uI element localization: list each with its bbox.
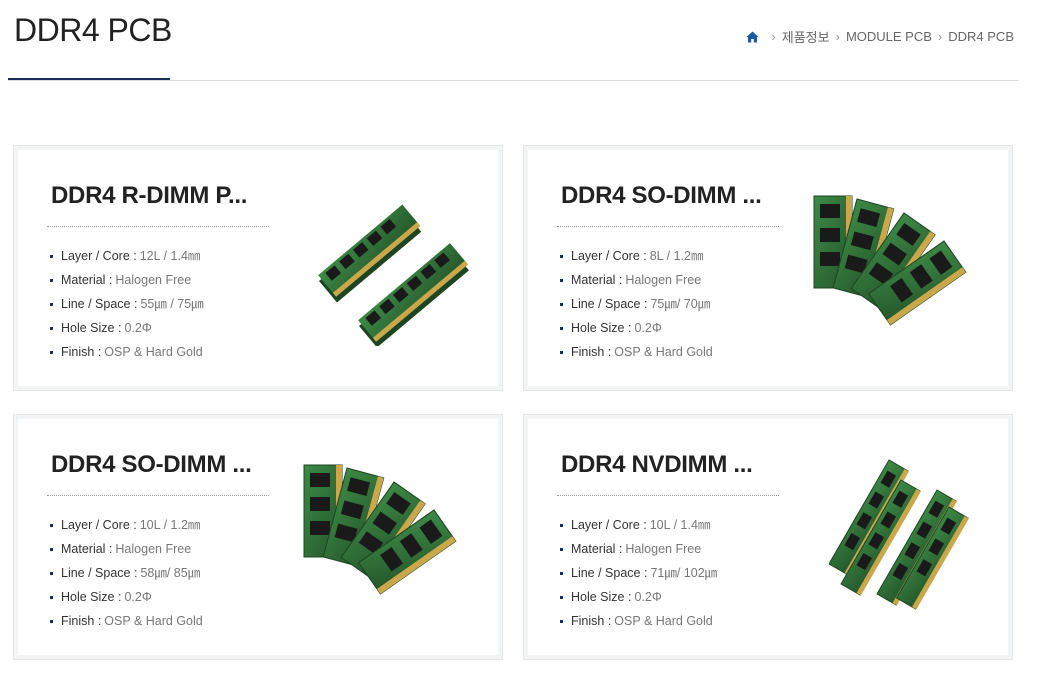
spec-item: Line / Space :58㎛/ 85㎛ <box>50 561 203 585</box>
product-title[interactable]: DDR4 NVDIMM ... <box>561 451 779 479</box>
spec-list: Layer / Core :10L / 1.2㎜ Material : Halog… <box>50 513 203 633</box>
spec-item: Line / Space :75㎛/ 70㎛ <box>560 292 713 316</box>
product-title[interactable]: DDR4 SO-DIMM ... <box>51 451 269 479</box>
bullet-icon <box>560 619 563 623</box>
bullet-icon <box>560 302 563 306</box>
breadcrumb-item-module-pcb[interactable]: MODULE PCB <box>846 29 932 44</box>
bullet-icon <box>50 547 53 551</box>
divider <box>47 495 269 496</box>
spec-item: Layer / Core :10L / 1.2㎜ <box>50 513 203 537</box>
bullet-icon <box>50 302 53 306</box>
chevron-right-icon: › <box>771 29 776 44</box>
spec-item: Finish : OSP & Hard Gold <box>560 609 717 633</box>
divider <box>557 226 779 227</box>
bullet-icon <box>50 254 53 258</box>
pcb-module-image <box>829 459 969 610</box>
spec-item: Layer / Core :12L / 1.4㎜ <box>50 244 204 268</box>
bullet-icon <box>50 595 53 599</box>
product-title[interactable]: DDR4 SO-DIMM ... <box>561 182 779 210</box>
product-card[interactable]: DDR4 SO-DIMM ... Layer / Core :8L / 1.2㎜… <box>523 145 1013 391</box>
spec-item: Material : Halogen Free <box>50 537 203 561</box>
page-title: DDR4 PCB <box>14 12 172 48</box>
spec-list: Layer / Core :12L / 1.4㎜ Material : Halog… <box>50 244 204 364</box>
bullet-icon <box>560 278 563 282</box>
bullet-icon <box>560 547 563 551</box>
breadcrumb: › 제품정보 › MODULE PCB › DDR4 PCB <box>746 27 1014 46</box>
spec-item: Finish : OSP & Hard Gold <box>560 340 713 364</box>
chevron-right-icon: › <box>835 29 840 44</box>
product-card[interactable]: DDR4 R-DIMM P... Layer / Core :12L / 1.4… <box>13 145 503 391</box>
spec-item: Layer / Core :10L / 1.4㎜ <box>560 513 717 537</box>
spec-item: Layer / Core :8L / 1.2㎜ <box>560 244 713 268</box>
bullet-icon <box>560 254 563 258</box>
spec-list: Layer / Core :10L / 1.4㎜ Material : Halog… <box>560 513 717 633</box>
pcb-module-image <box>303 464 457 595</box>
divider <box>47 226 269 227</box>
divider <box>557 495 779 496</box>
spec-item: Hole Size :0.2Φ <box>560 316 713 340</box>
spec-item: Material : Halogen Free <box>50 268 204 292</box>
spec-item: Finish : OSP & Hard Gold <box>50 609 203 633</box>
spec-item: Finish : OSP & Hard Gold <box>50 340 204 364</box>
pcb-module-image <box>318 204 469 346</box>
spec-list: Layer / Core :8L / 1.2㎜ Material : Haloge… <box>560 244 713 364</box>
chevron-right-icon: › <box>937 29 943 44</box>
header-divider <box>8 80 1019 81</box>
bullet-icon <box>50 523 53 527</box>
bullet-icon <box>50 350 53 354</box>
bullet-icon <box>560 523 563 527</box>
bullet-icon <box>560 571 563 575</box>
spec-item: Hole Size :0.2Φ <box>50 585 203 609</box>
home-icon[interactable] <box>746 31 759 43</box>
bullet-icon <box>50 278 53 282</box>
bullet-icon <box>50 619 53 623</box>
pcb-module-image <box>813 195 967 326</box>
bullet-icon <box>560 326 563 330</box>
product-card[interactable]: DDR4 SO-DIMM ... Layer / Core :10L / 1.2… <box>13 414 503 660</box>
spec-item: Material : Halogen Free <box>560 537 717 561</box>
bullet-icon <box>50 571 53 575</box>
bullet-icon <box>560 350 563 354</box>
bullet-icon <box>50 326 53 330</box>
spec-item: Hole Size :0.2Φ <box>50 316 204 340</box>
breadcrumb-item-products[interactable]: 제품정보 <box>782 27 830 46</box>
product-card[interactable]: DDR4 NVDIMM ... Layer / Core :10L / 1.4㎜… <box>523 414 1013 660</box>
spec-item: Line / Space :71㎛/ 102㎛ <box>560 561 717 585</box>
spec-item: Material : Halogen Free <box>560 268 713 292</box>
product-title[interactable]: DDR4 R-DIMM P... <box>51 182 269 210</box>
bullet-icon <box>560 595 563 599</box>
spec-item: Hole Size :0.2Φ <box>560 585 717 609</box>
spec-item: Line / Space :55㎛ / 75㎛ <box>50 292 204 316</box>
breadcrumb-item-ddr4-pcb[interactable]: DDR4 PCB <box>948 29 1014 44</box>
